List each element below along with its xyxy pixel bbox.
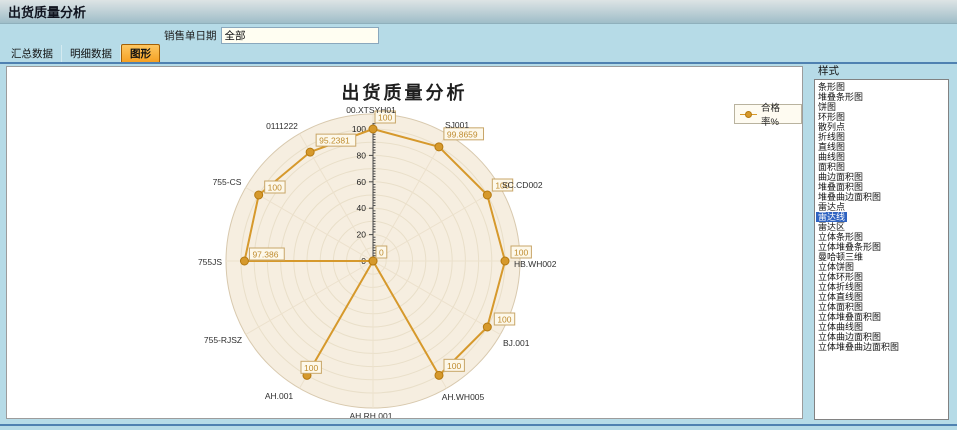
chart-title: 出货质量分析: [7, 79, 802, 105]
svg-text:60: 60: [357, 177, 367, 187]
style-panel: 样式 条形图堆叠条形图饼图环形图散列点折线图直线图曲线图面积图曲边面积图堆叠面积…: [812, 64, 952, 78]
style-option[interactable]: 散列点: [816, 122, 847, 132]
legend-label: 合格率%: [761, 100, 796, 128]
style-option[interactable]: 立体条形图: [816, 232, 865, 242]
content-area: 02040608010010099.8659100100100100010097…: [0, 64, 957, 424]
legend-line-dot-icon: [740, 114, 757, 115]
svg-text:100: 100: [304, 363, 318, 373]
sales-date-label: 销售单日期: [164, 28, 217, 43]
tab-graph[interactable]: 图形: [121, 44, 160, 62]
category-label: AH.RH.001: [350, 411, 393, 418]
style-option[interactable]: 雷达线: [816, 212, 847, 222]
style-option[interactable]: 曼哈顿三维: [816, 252, 865, 262]
svg-text:99.8659: 99.8659: [447, 129, 478, 139]
style-option[interactable]: 雷达区: [816, 222, 847, 232]
tab-bar: 汇总数据 明细数据 图形: [0, 47, 957, 64]
style-option[interactable]: 环形图: [816, 112, 847, 122]
svg-text:100: 100: [497, 315, 511, 325]
style-option[interactable]: 曲边面积图: [816, 172, 865, 182]
style-option[interactable]: 立体堆叠曲边面积图: [816, 342, 901, 352]
style-option[interactable]: 堆叠面积图: [816, 182, 865, 192]
category-label: HB.WH002: [514, 259, 557, 269]
category-label: 00.XTSYH01: [346, 105, 396, 115]
category-label: 755-CS: [213, 177, 242, 187]
category-label: SJ001: [445, 120, 469, 130]
style-option[interactable]: 立体曲边面积图: [816, 332, 883, 342]
chart-panel: 02040608010010099.8659100100100100010097…: [6, 66, 803, 419]
tab-summary-data[interactable]: 汇总数据: [3, 45, 62, 62]
page-title: 出货质量分析: [8, 2, 86, 21]
style-option[interactable]: 折线图: [816, 132, 847, 142]
style-option[interactable]: 饼图: [816, 102, 838, 112]
svg-text:40: 40: [357, 203, 367, 213]
radar-chart: 02040608010010099.8659100100100100010097…: [7, 67, 802, 423]
svg-text:80: 80: [357, 150, 367, 160]
style-option[interactable]: 立体环形图: [816, 272, 865, 282]
category-label: 0111222: [266, 121, 298, 131]
chart-legend: 合格率%: [734, 104, 802, 124]
style-option[interactable]: 立体堆叠条形图: [816, 242, 883, 252]
style-option[interactable]: 立体曲线图: [816, 322, 865, 332]
svg-text:100: 100: [447, 361, 461, 371]
style-option[interactable]: 面积图: [816, 162, 847, 172]
style-option[interactable]: 立体饼图: [816, 262, 856, 272]
style-option[interactable]: 直线图: [816, 142, 847, 152]
svg-text:100: 100: [514, 248, 528, 258]
chart-style-listbox[interactable]: 条形图堆叠条形图饼图环形图散列点折线图直线图曲线图面积图曲边面积图堆叠面积图堆叠…: [814, 79, 949, 420]
style-panel-title: 样式: [818, 64, 952, 78]
svg-text:100: 100: [268, 183, 282, 193]
style-option[interactable]: 堆叠曲边面积图: [816, 192, 883, 202]
svg-text:97.386: 97.386: [252, 250, 278, 260]
category-label: AH.001: [265, 391, 294, 401]
style-option[interactable]: 堆叠条形图: [816, 92, 865, 102]
radar-plot: 02040608010010099.8659100100100100010097…: [7, 67, 802, 418]
svg-text:20: 20: [357, 230, 367, 240]
tab-detail-data[interactable]: 明细数据: [62, 45, 121, 62]
style-option[interactable]: 雷达点: [816, 202, 847, 212]
sales-date-input[interactable]: [221, 27, 379, 44]
category-label: AH.WH005: [442, 392, 485, 402]
style-option[interactable]: 立体堆叠面积图: [816, 312, 883, 322]
window-title-bar: 出货质量分析: [0, 0, 957, 24]
svg-text:95.2381: 95.2381: [319, 136, 350, 146]
style-option[interactable]: 曲线图: [816, 152, 847, 162]
style-option[interactable]: 立体折线图: [816, 282, 865, 292]
style-option[interactable]: 条形图: [816, 82, 847, 92]
category-label: 755-RJSZ: [204, 335, 242, 345]
style-option[interactable]: 立体面积图: [816, 302, 865, 312]
category-label: SC.CD002: [502, 180, 543, 190]
category-label: BJ.001: [503, 338, 530, 348]
style-option[interactable]: 立体直线图: [816, 292, 865, 302]
bottom-separator: [0, 424, 957, 426]
svg-text:0: 0: [379, 248, 384, 258]
category-label: 755JS: [198, 257, 222, 267]
